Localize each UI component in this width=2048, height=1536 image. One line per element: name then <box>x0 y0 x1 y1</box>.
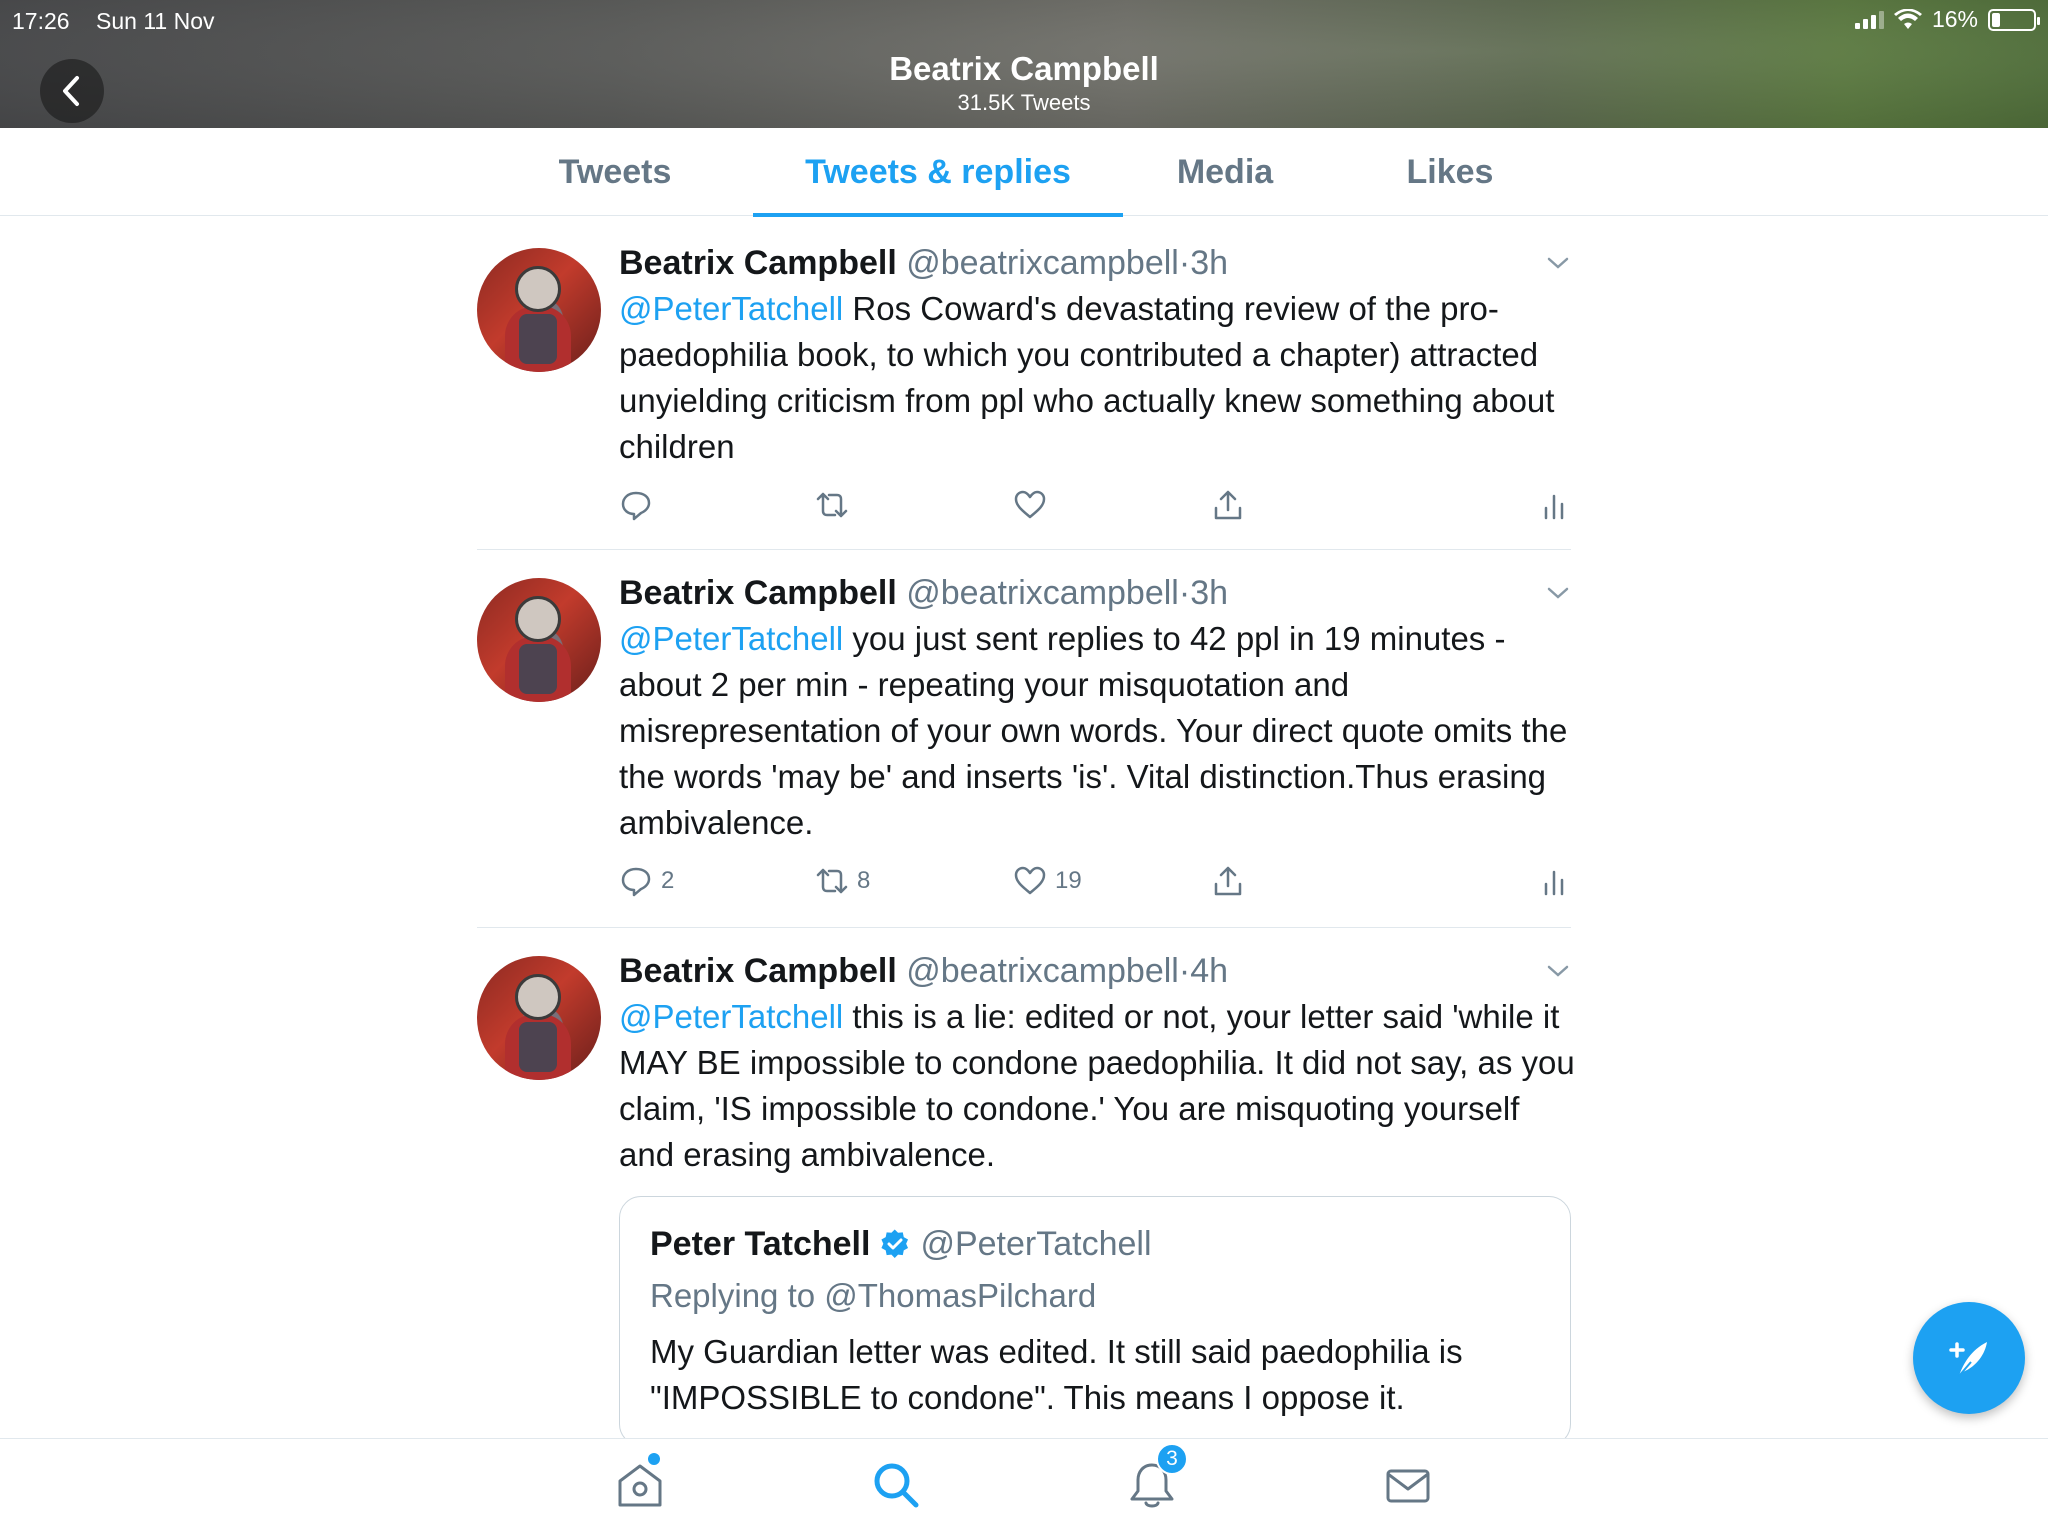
tweet-text: @PeterTatchell this is a lie: edited or … <box>619 994 1579 1178</box>
tweet[interactable]: Beatrix Campbell @beatrixcampbell·4h @Pe… <box>477 928 1575 1438</box>
compose-feather-icon <box>1949 1342 1987 1377</box>
tab-tweets-and-replies[interactable]: Tweets & replies <box>753 128 1123 217</box>
retweet-count: 8 <box>857 867 871 894</box>
separator: · <box>1178 244 1191 282</box>
chevron-down-icon[interactable] <box>1545 580 1571 606</box>
signal-icon <box>1854 10 1884 29</box>
avatar[interactable] <box>477 248 601 372</box>
tab-media[interactable]: Media <box>1140 128 1310 216</box>
chevron-down-icon[interactable] <box>1545 250 1571 276</box>
tweet-actions: 2 8 19 <box>619 864 1571 904</box>
verified-badge-icon <box>881 1229 909 1258</box>
quoted-author-handle: @PeterTatchell <box>920 1225 1152 1263</box>
tweet-header: Beatrix Campbell @beatrixcampbell·4h <box>619 948 1228 994</box>
battery-icon <box>1988 8 2040 31</box>
reply-icon <box>621 491 651 521</box>
tweet-time: 3h <box>1190 574 1229 612</box>
tweet-text: @PeterTatchell you just sent replies to … <box>619 616 1579 846</box>
new-content-dot <box>648 1453 660 1465</box>
tweet-author-handle: @beatrixcampbell <box>906 952 1179 990</box>
tweet-mention[interactable]: @PeterTatchell <box>619 620 843 657</box>
search-tab[interactable] <box>870 1459 922 1511</box>
tweet-author-name[interactable]: Beatrix Campbell <box>619 574 897 612</box>
share-button[interactable] <box>1211 488 1245 522</box>
analytics-button[interactable] <box>1537 488 1571 522</box>
tweet[interactable]: Beatrix Campbell @beatrixcampbell·3h @Pe… <box>477 216 1571 550</box>
tweet-count: 31.5K Tweets <box>957 90 1091 115</box>
tweet-author-handle: @beatrixcampbell <box>906 574 1179 612</box>
bottom-navigation: 3 <box>0 1438 2048 1536</box>
avatar[interactable] <box>477 578 601 702</box>
reply-button[interactable] <box>619 488 661 522</box>
retweet-icon <box>816 868 848 894</box>
tab-likes[interactable]: Likes <box>1360 128 1540 216</box>
tweet-time: 4h <box>1190 952 1229 990</box>
wifi-icon <box>1893 8 1922 29</box>
profile-title: Beatrix Campbell 31.5K Tweets <box>0 50 2048 116</box>
tweet-mention[interactable]: @PeterTatchell <box>619 998 843 1035</box>
quoted-tweet[interactable]: Peter Tatchell @PeterTatchell Replying t… <box>619 1196 1571 1438</box>
separator: · <box>1178 952 1191 990</box>
tweet-mention[interactable]: @PeterTatchell <box>619 290 843 327</box>
tweet[interactable]: Beatrix Campbell @beatrixcampbell·3h @Pe… <box>477 550 1571 928</box>
profile-tabs: Tweets Tweets & replies Media Likes <box>0 128 2048 217</box>
tab-tweets[interactable]: Tweets <box>520 128 710 216</box>
analytics-icon <box>1544 494 1564 520</box>
avatar[interactable] <box>477 956 601 1080</box>
retweet-icon <box>816 492 848 518</box>
quoted-tweet-header: Peter Tatchell @PeterTatchell <box>650 1221 1540 1267</box>
like-button[interactable]: 19 <box>1013 864 1082 898</box>
tweet-author-name[interactable]: Beatrix Campbell <box>619 244 897 282</box>
tweet-actions <box>619 488 1571 528</box>
heart-icon <box>1014 866 1046 895</box>
status-indicators: 16% <box>1854 6 2040 33</box>
messages-tab[interactable] <box>1382 1459 1434 1511</box>
chevron-down-icon[interactable] <box>1545 958 1571 984</box>
quoted-author-name: Peter Tatchell <box>650 1225 871 1263</box>
analytics-button[interactable] <box>1537 864 1571 898</box>
like-button[interactable] <box>1013 488 1055 522</box>
profile-name: Beatrix Campbell <box>889 50 1159 87</box>
tweet-author-name[interactable]: Beatrix Campbell <box>619 952 897 990</box>
tweet-header: Beatrix Campbell @beatrixcampbell·3h <box>619 570 1228 616</box>
share-icon <box>1214 490 1242 520</box>
mail-icon <box>1386 1469 1430 1503</box>
reply-count: 2 <box>661 867 675 894</box>
share-button[interactable] <box>1211 864 1245 898</box>
separator: · <box>1178 574 1191 612</box>
home-tab[interactable] <box>614 1453 666 1511</box>
like-count: 19 <box>1055 867 1082 894</box>
quoted-tweet-text: My Guardian letter was edited. It still … <box>650 1333 1463 1416</box>
tweet-author-handle: @beatrixcampbell <box>906 244 1179 282</box>
retweet-button[interactable]: 8 <box>815 864 870 898</box>
tweet-text: @PeterTatchell Ros Coward's devastating … <box>619 286 1579 470</box>
status-date: Sun 11 Nov <box>96 8 215 34</box>
notifications-tab[interactable]: 3 <box>1126 1443 1188 1511</box>
reply-button[interactable]: 2 <box>619 864 674 898</box>
share-icon <box>1214 866 1242 896</box>
heart-icon <box>1014 490 1046 519</box>
status-time: 17:26 <box>12 8 70 34</box>
battery-percent: 16% <box>1931 6 1978 32</box>
tweet-time: 3h <box>1190 244 1229 282</box>
status-bar: 17:26 Sun 11 Nov 16% <box>0 0 2048 42</box>
analytics-icon <box>1544 870 1564 896</box>
profile-header: 17:26 Sun 11 Nov 16% Beatrix Campbell 31… <box>0 0 2048 128</box>
retweet-button[interactable] <box>815 488 857 522</box>
home-icon <box>618 1464 662 1507</box>
reply-icon <box>621 867 651 897</box>
notification-badge: 3 <box>1156 1443 1188 1475</box>
replying-to: Replying to @ThomasPilchard <box>650 1277 1097 1314</box>
compose-tweet-button[interactable] <box>1913 1302 2025 1414</box>
tweet-header: Beatrix Campbell @beatrixcampbell·3h <box>619 240 1228 286</box>
tweet-feed[interactable]: Beatrix Campbell @beatrixcampbell·3h @Pe… <box>0 216 2048 1438</box>
search-icon <box>874 1463 919 1508</box>
